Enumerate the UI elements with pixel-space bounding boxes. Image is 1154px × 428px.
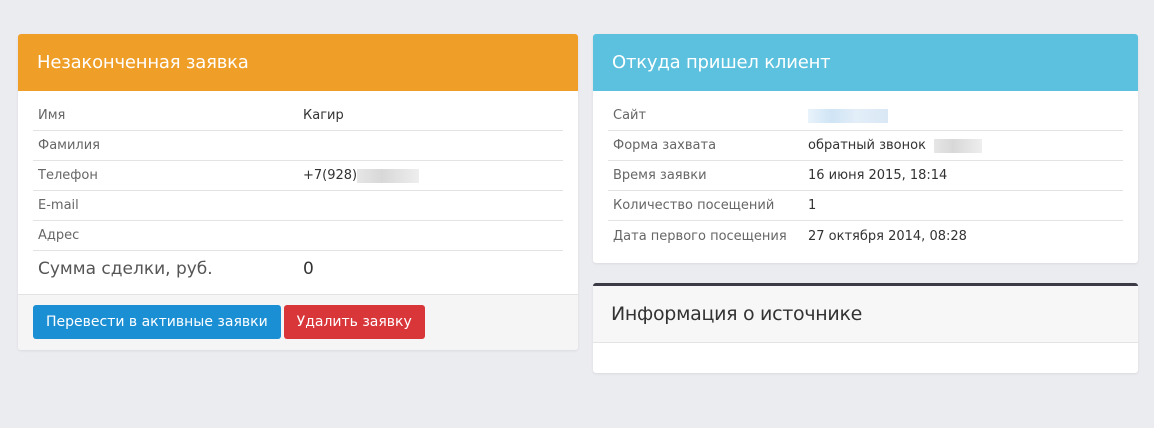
- source-info-header: Информация о источнике: [593, 286, 1138, 343]
- source-row-site: Сайт: [608, 101, 1123, 131]
- source-value-first-visit: 27 октября 2014, 08:28: [808, 228, 967, 244]
- field-row-address: Адрес: [33, 221, 563, 251]
- client-source-title: Откуда пришел клиент: [612, 52, 831, 73]
- field-label-name: Имя: [38, 108, 66, 123]
- source-info-title: Информация о источнике: [611, 303, 863, 325]
- field-row-phone: Телефон +7(928): [33, 161, 563, 191]
- deal-sum-value: 0: [303, 259, 314, 279]
- source-value-visit-count: 1: [808, 198, 817, 213]
- source-row-visit-count: Количество посещений 1: [608, 191, 1123, 221]
- incomplete-request-header: Незаконченная заявка: [18, 34, 578, 91]
- deal-sum-label: Сумма сделки, руб.: [38, 259, 213, 279]
- source-info-panel: Информация о источнике: [593, 283, 1138, 373]
- source-value-request-time: 16 июня 2015, 18:14: [808, 168, 948, 183]
- source-row-request-time: Время заявки 16 июня 2015, 18:14: [608, 161, 1123, 191]
- source-row-first-visit: Дата первого посещения 27 октября 2014, …: [608, 221, 1123, 251]
- source-label-request-time: Время заявки: [613, 168, 707, 183]
- field-label-surname: Фамилия: [38, 138, 100, 153]
- source-label-site: Сайт: [613, 108, 647, 123]
- source-value-site: [808, 108, 888, 123]
- phone-redacted-blur: [357, 168, 420, 183]
- move-to-active-button[interactable]: Перевести в активные заявки: [33, 305, 281, 339]
- delete-request-button[interactable]: Удалить заявку: [283, 305, 425, 339]
- client-source-fields: Сайт Форма захвата обратный звонок Время…: [593, 91, 1138, 251]
- source-value-capture-form: обратный звонок: [808, 138, 983, 153]
- source-row-capture-form: Форма захвата обратный звонок: [608, 131, 1123, 161]
- field-label-address: Адрес: [38, 228, 80, 243]
- incomplete-request-actions: Перевести в активные заявки Удалить заяв…: [18, 294, 578, 350]
- capture-form-text: обратный звонок: [808, 138, 926, 153]
- field-row-surname: Фамилия: [33, 131, 563, 161]
- source-label-capture-form: Форма захвата: [613, 138, 717, 153]
- field-value-name: Кагир: [303, 108, 344, 123]
- field-row-email: E-mail: [33, 191, 563, 221]
- field-label-email: E-mail: [38, 198, 79, 213]
- source-label-first-visit: Дата первого посещения: [613, 228, 787, 244]
- phone-prefix: +7(928): [303, 168, 358, 183]
- client-source-header: Откуда пришел клиент: [593, 34, 1138, 91]
- incomplete-request-panel: Незаконченная заявка Имя Кагир Фамилия Т…: [18, 34, 578, 350]
- capture-form-redacted-blur: [934, 138, 983, 153]
- field-value-phone: +7(928): [303, 168, 420, 183]
- incomplete-request-fields: Имя Кагир Фамилия Телефон +7(928) E-mail…: [18, 91, 578, 287]
- source-label-visit-count: Количество посещений: [613, 198, 775, 213]
- site-redacted-blur: [808, 108, 888, 123]
- field-label-phone: Телефон: [38, 168, 98, 183]
- field-row-name: Имя Кагир: [33, 101, 563, 131]
- client-source-panel: Откуда пришел клиент Сайт Форма захвата …: [593, 34, 1138, 263]
- field-row-deal-sum: Сумма сделки, руб. 0: [33, 251, 563, 287]
- incomplete-request-title: Незаконченная заявка: [37, 52, 249, 73]
